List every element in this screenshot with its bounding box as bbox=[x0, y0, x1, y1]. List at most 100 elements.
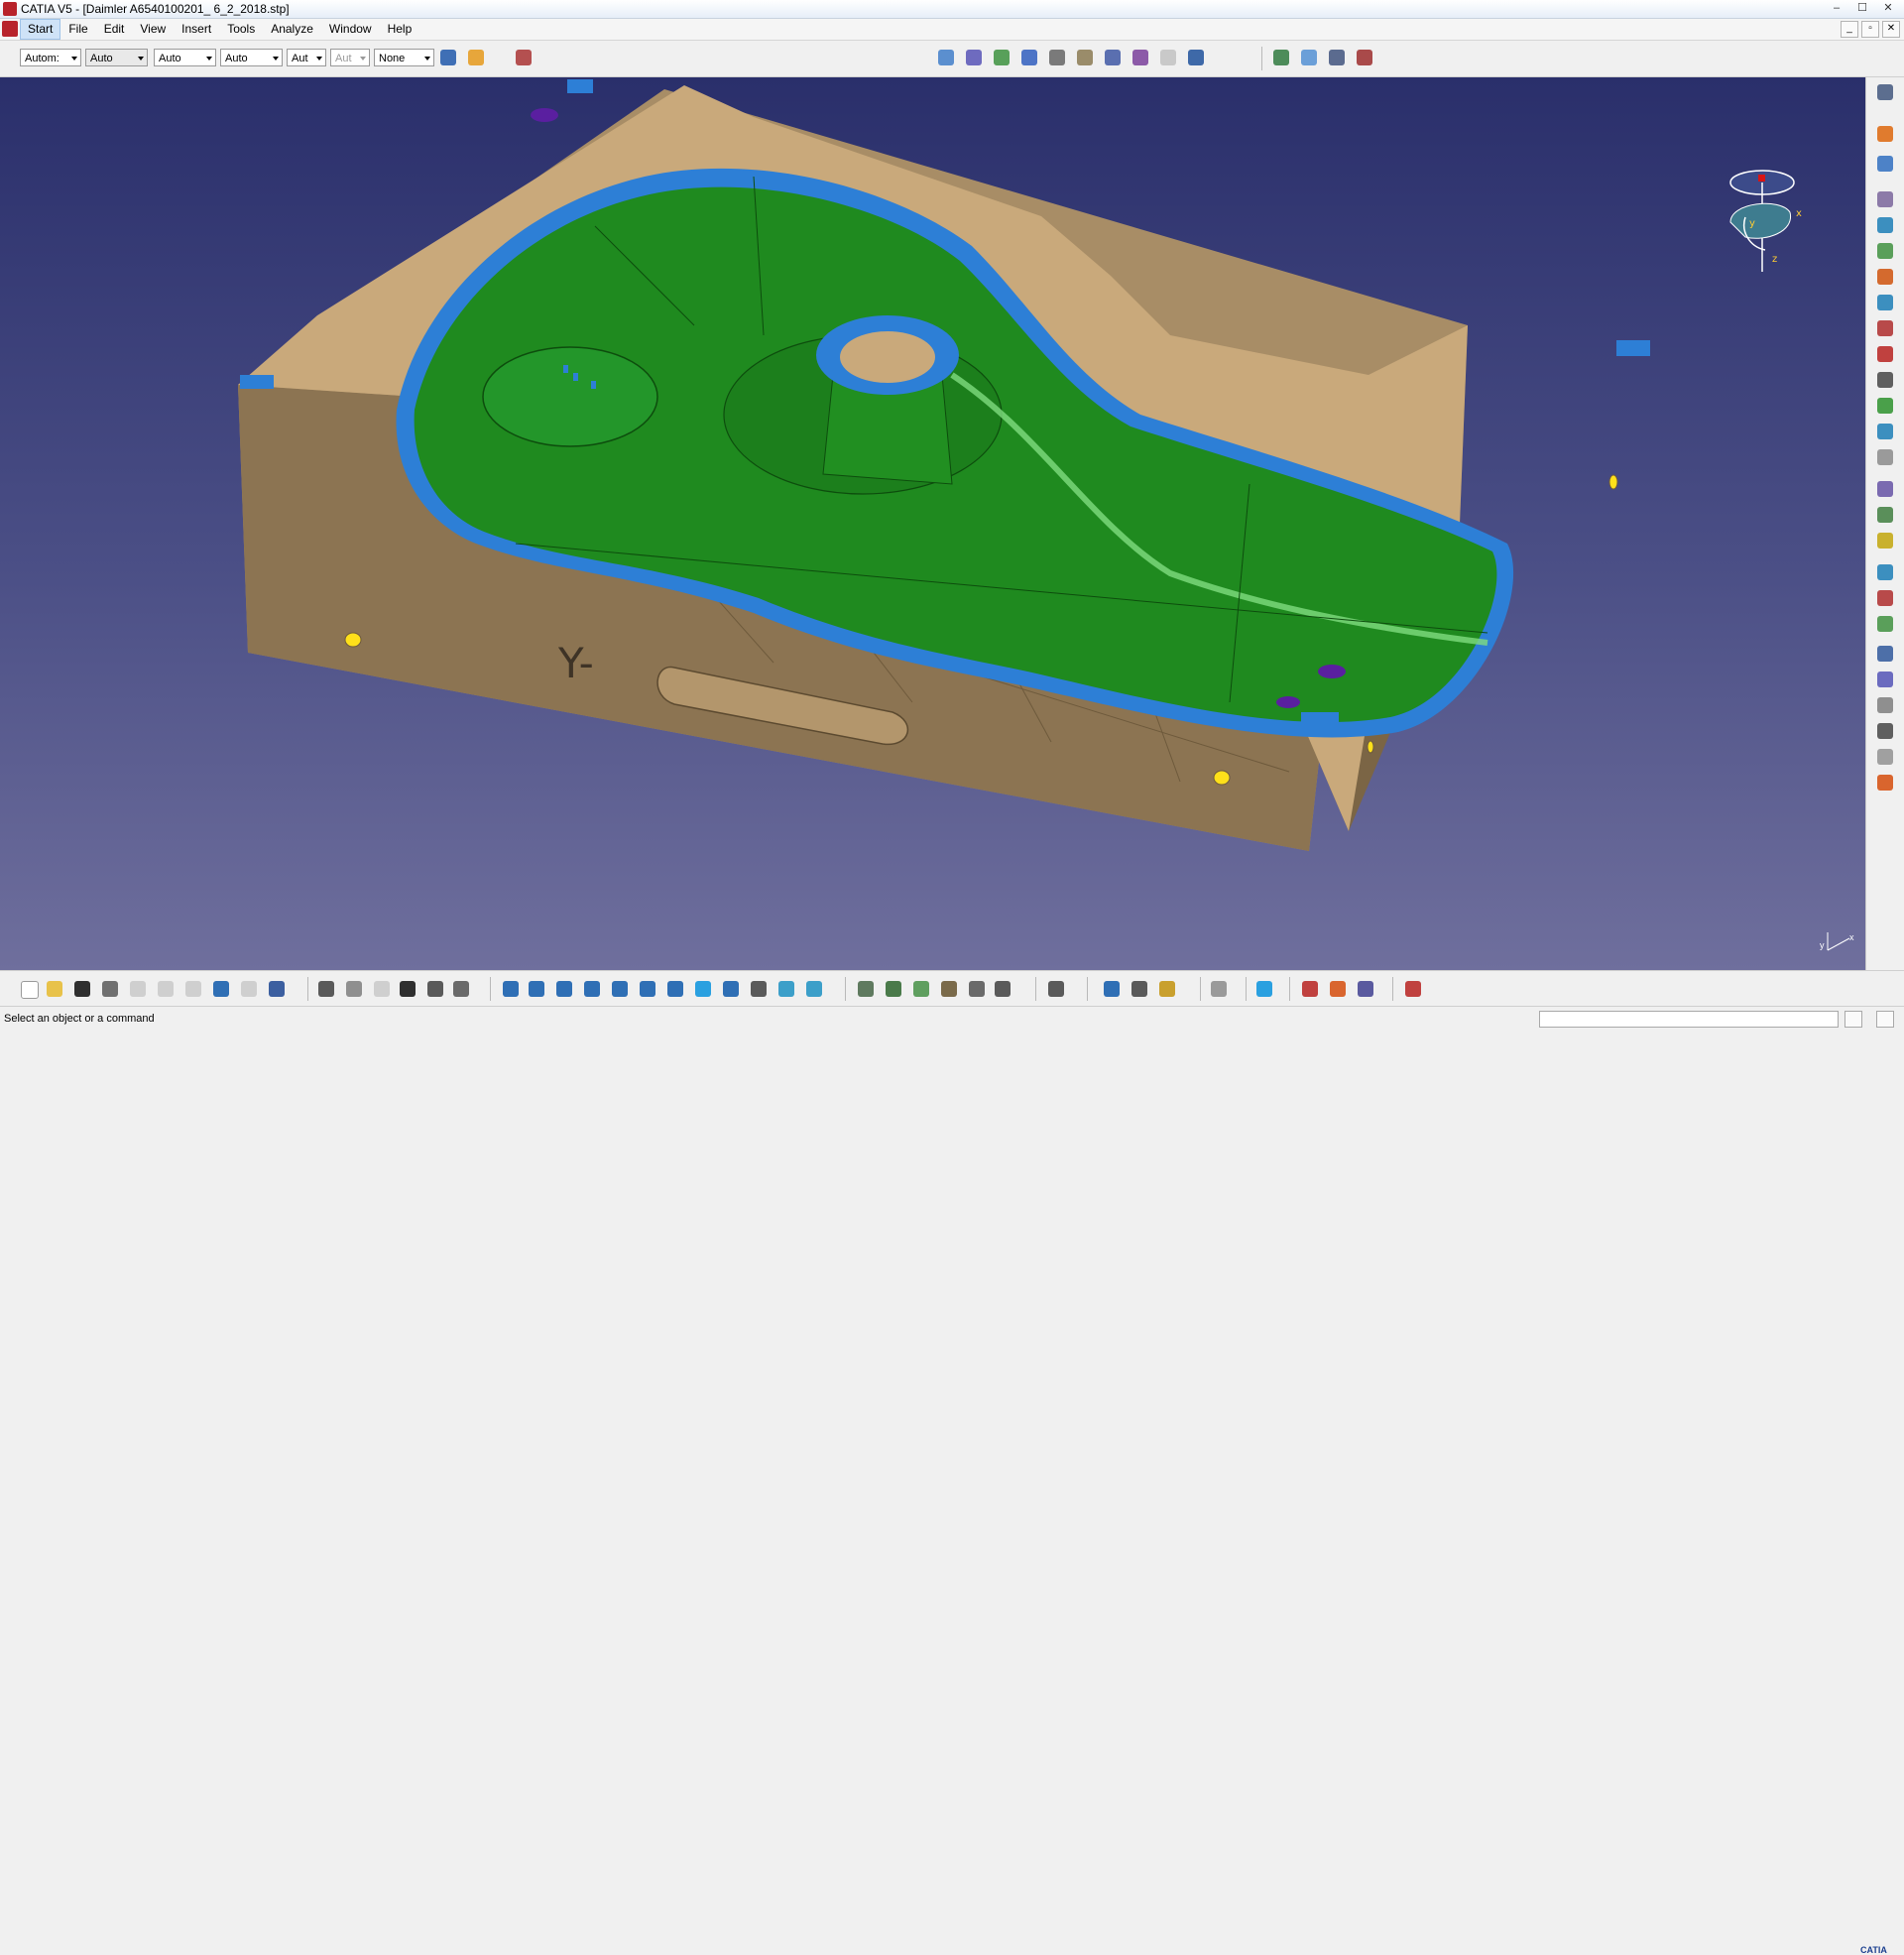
paint-icon[interactable] bbox=[466, 48, 486, 67]
tree-icon[interactable] bbox=[1130, 48, 1150, 67]
open-icon[interactable] bbox=[44, 978, 65, 1000]
slot-icon[interactable] bbox=[1874, 317, 1896, 339]
chamfer-icon[interactable] bbox=[1874, 369, 1896, 391]
constraint-icon[interactable] bbox=[1047, 48, 1067, 67]
select-icon[interactable] bbox=[1874, 81, 1896, 103]
layer-dropdown[interactable]: None bbox=[374, 49, 434, 66]
transparency-dropdown[interactable]: Auto bbox=[85, 49, 148, 66]
macro-icon[interactable] bbox=[424, 978, 446, 1000]
rib-icon[interactable] bbox=[1874, 292, 1896, 313]
scale-icon[interactable] bbox=[1874, 561, 1896, 583]
pointer-icon[interactable] bbox=[1874, 123, 1896, 145]
point-symbol-dropdown[interactable]: Aut bbox=[287, 49, 326, 66]
mirror-icon[interactable] bbox=[1874, 504, 1896, 526]
sketch-icon[interactable] bbox=[1075, 48, 1095, 67]
render-icon[interactable] bbox=[1299, 48, 1319, 67]
inertia-icon[interactable] bbox=[1101, 978, 1123, 1000]
menu-file[interactable]: File bbox=[60, 19, 95, 40]
swap-icon[interactable] bbox=[803, 978, 825, 1000]
table-icon[interactable] bbox=[397, 978, 418, 1000]
line-thickness-dropdown[interactable]: Auto bbox=[154, 49, 216, 66]
thread-icon[interactable] bbox=[1874, 478, 1896, 500]
point-icon[interactable] bbox=[938, 978, 960, 1000]
status-icon-left[interactable] bbox=[1844, 1011, 1862, 1028]
sketcher-icon[interactable] bbox=[1874, 153, 1896, 175]
plane-icon[interactable] bbox=[1019, 48, 1039, 67]
grid-icon[interactable] bbox=[1355, 978, 1376, 1000]
normal-view-icon[interactable] bbox=[664, 978, 686, 1000]
feature-icon[interactable] bbox=[1103, 48, 1123, 67]
refresh-icon[interactable] bbox=[1208, 978, 1230, 1000]
formula-icon[interactable] bbox=[315, 978, 337, 1000]
print-icon[interactable] bbox=[99, 978, 121, 1000]
maximize-button[interactable]: ☐ bbox=[1850, 0, 1874, 16]
menu-help[interactable]: Help bbox=[380, 19, 420, 40]
pan-icon[interactable] bbox=[553, 978, 575, 1000]
tools-icon[interactable] bbox=[450, 978, 472, 1000]
format-painter-icon[interactable] bbox=[438, 48, 458, 67]
fit-all-icon[interactable] bbox=[526, 978, 547, 1000]
menu-start[interactable]: Start bbox=[20, 19, 61, 40]
mold-model[interactable] bbox=[0, 77, 1865, 970]
open-body-icon[interactable] bbox=[936, 48, 956, 67]
fillet-icon[interactable] bbox=[1874, 343, 1896, 365]
pattern-icon[interactable] bbox=[1874, 530, 1896, 551]
menu-window[interactable]: Window bbox=[321, 19, 380, 40]
catia-app-icon[interactable] bbox=[3, 2, 17, 16]
iso-view-icon[interactable] bbox=[720, 978, 742, 1000]
draft-icon[interactable] bbox=[1874, 395, 1896, 417]
close-button[interactable]: ✕ bbox=[1876, 0, 1900, 16]
surface-icon[interactable] bbox=[910, 978, 932, 1000]
annotation-icon[interactable] bbox=[1874, 694, 1896, 716]
layer-icon[interactable] bbox=[1327, 48, 1347, 67]
axis-icon[interactable] bbox=[855, 978, 877, 1000]
snap-icon[interactable] bbox=[1253, 978, 1275, 1000]
thickness-icon[interactable] bbox=[1874, 446, 1896, 468]
hole-icon[interactable] bbox=[1874, 266, 1896, 288]
properties-icon[interactable] bbox=[1355, 48, 1374, 67]
3d-viewport[interactable]: Y- x y z y x bbox=[0, 77, 1865, 970]
curve-icon[interactable] bbox=[966, 978, 988, 1000]
doc-minimize-button[interactable]: _ bbox=[1841, 21, 1858, 38]
grid-snap-icon[interactable] bbox=[1402, 978, 1424, 1000]
minimize-button[interactable]: – bbox=[1825, 0, 1848, 16]
stop-icon[interactable] bbox=[1327, 978, 1349, 1000]
fill-color-dropdown[interactable]: Autom: bbox=[20, 49, 81, 66]
analysis-icon[interactable] bbox=[1186, 48, 1206, 67]
undo-icon[interactable] bbox=[210, 978, 232, 1000]
text-icon[interactable] bbox=[1874, 720, 1896, 742]
shell-icon[interactable] bbox=[1874, 421, 1896, 442]
view-icon[interactable] bbox=[1271, 48, 1291, 67]
part-body-icon[interactable] bbox=[964, 48, 984, 67]
catalog-browser-icon[interactable] bbox=[1299, 978, 1321, 1000]
save-icon[interactable] bbox=[71, 978, 93, 1000]
hide-show-icon[interactable] bbox=[775, 978, 797, 1000]
status-icon-right[interactable] bbox=[1876, 1011, 1894, 1028]
menu-insert[interactable]: Insert bbox=[174, 19, 219, 40]
fly-icon[interactable] bbox=[500, 978, 522, 1000]
nav-icon[interactable] bbox=[1156, 978, 1178, 1000]
catalog-icon[interactable] bbox=[514, 48, 534, 67]
command-input[interactable] bbox=[1539, 1011, 1839, 1028]
document-icon[interactable] bbox=[2, 21, 18, 37]
compass-icon[interactable]: x y z bbox=[1721, 163, 1830, 272]
comment-icon[interactable] bbox=[343, 978, 365, 1000]
split-icon[interactable] bbox=[1874, 613, 1896, 635]
dimension-icon[interactable] bbox=[1874, 746, 1896, 768]
pocket-icon[interactable] bbox=[1874, 214, 1896, 236]
wire-icon[interactable] bbox=[883, 978, 904, 1000]
menu-tools[interactable]: Tools bbox=[219, 19, 263, 40]
pad-icon[interactable] bbox=[1874, 188, 1896, 210]
menu-edit[interactable]: Edit bbox=[96, 19, 133, 40]
scan-icon[interactable] bbox=[1129, 978, 1150, 1000]
zoom-in-icon[interactable] bbox=[609, 978, 631, 1000]
measure-icon[interactable] bbox=[1874, 669, 1896, 690]
shading-icon[interactable] bbox=[748, 978, 770, 1000]
menu-view[interactable]: View bbox=[132, 19, 174, 40]
plane-tool-icon[interactable] bbox=[992, 978, 1013, 1000]
multi-view-icon[interactable] bbox=[692, 978, 714, 1000]
boolean-icon[interactable] bbox=[1874, 587, 1896, 609]
doc-close-button[interactable]: ✕ bbox=[1882, 21, 1900, 38]
assembly-icon[interactable] bbox=[992, 48, 1012, 67]
rotate-icon[interactable] bbox=[581, 978, 603, 1000]
